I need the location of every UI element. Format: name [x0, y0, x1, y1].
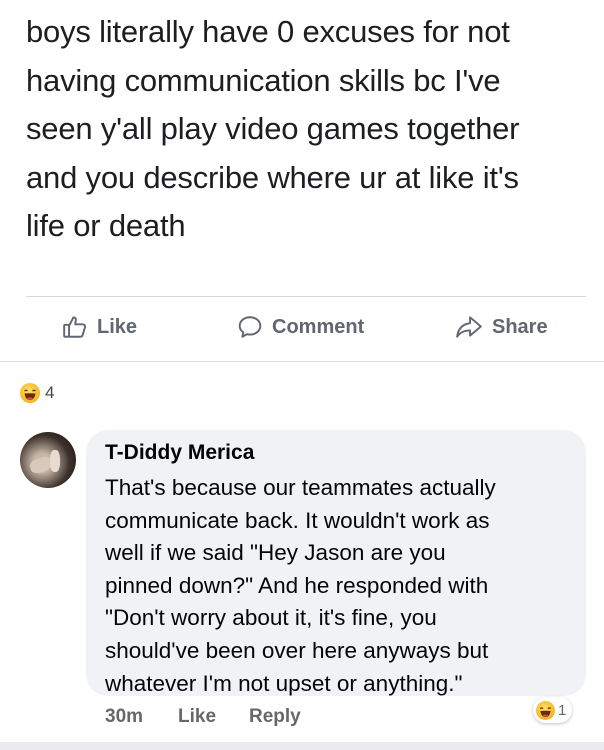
comment-timestamp[interactable]: 30m	[105, 706, 143, 728]
avatar[interactable]	[20, 432, 76, 488]
comment-button[interactable]: Comment	[237, 314, 364, 340]
post-text: boys literally have 0 excuses for not ha…	[26, 8, 586, 251]
thumbs-up-icon	[63, 316, 87, 338]
comment-line: should've been over here anyways but	[105, 637, 489, 663]
post-line: seen y'all play video games together	[26, 111, 520, 146]
divider	[0, 361, 604, 362]
reaction-count: 4	[45, 383, 55, 402]
post-line: boys literally have 0 excuses for not	[26, 14, 510, 49]
share-arrow-icon	[456, 316, 482, 338]
haha-emoji-icon	[536, 700, 555, 720]
share-label: Share	[492, 315, 548, 338]
comment-text: That's because our teammates actually co…	[105, 472, 575, 700]
comment-line: pinned down?" And he responded with	[105, 572, 489, 598]
post-line: having communication skills bc I've	[26, 62, 501, 98]
share-button[interactable]: Share	[455, 314, 548, 340]
comment-author[interactable]: T-Diddy Merica	[105, 441, 254, 465]
comment-line: communicate back. It wouldn't work as	[105, 507, 490, 533]
comment-reply-button[interactable]: Reply	[249, 706, 301, 728]
post-line: life or death	[26, 208, 186, 243]
comment-line: That's because our teammates actually	[105, 475, 496, 500]
comment-line: "Don't worry about it, it's fine, you	[105, 605, 437, 631]
post-line: and you describe where ur at like it's	[26, 159, 519, 195]
bottom-edge	[0, 742, 604, 750]
post-action-bar: Like Comment Share	[0, 306, 604, 356]
reactions-summary[interactable]: 4	[20, 383, 54, 403]
like-label: Like	[97, 315, 138, 338]
comment-line: well if we said "Hey Jason are you	[105, 540, 446, 566]
like-button[interactable]: Like	[62, 314, 137, 340]
comment-reaction-count: 1	[558, 701, 567, 719]
divider	[26, 296, 586, 297]
comment-reaction-badge[interactable]: 1	[533, 697, 573, 723]
comment-like-button[interactable]: Like	[178, 706, 216, 728]
haha-emoji-icon	[20, 383, 40, 403]
comment-line: whatever I'm not upset or anything."	[105, 670, 463, 696]
comment-label: Comment	[272, 315, 365, 338]
comment-icon	[238, 316, 262, 338]
